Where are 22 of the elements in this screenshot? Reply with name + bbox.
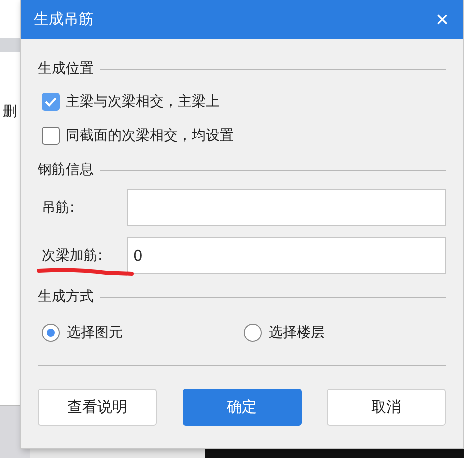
close-button[interactable]: × <box>432 8 453 30</box>
radio-option[interactable]: 选择楼层 <box>244 324 446 342</box>
section-title: 钢筋信息 <box>38 161 94 179</box>
input-field[interactable] <box>127 189 446 226</box>
checkbox[interactable] <box>42 93 60 111</box>
section-title: 生成方式 <box>38 288 94 306</box>
check-icon <box>45 97 57 107</box>
window-title: 生成吊筋 <box>34 10 94 29</box>
dialog-button[interactable]: 取消 <box>327 389 446 426</box>
radio-button[interactable] <box>244 324 262 342</box>
toolbar-text: 删 <box>3 103 17 121</box>
dialog-button[interactable]: 查看说明 <box>38 389 157 426</box>
radio-button[interactable] <box>42 324 60 342</box>
checkbox[interactable] <box>42 127 60 145</box>
field-label: 次梁加筋: <box>42 246 103 264</box>
radio-option[interactable]: 选择图元 <box>42 324 244 342</box>
checkbox-option[interactable]: 同截面的次梁相交，均设置 <box>42 122 446 150</box>
field-label: 吊筋: <box>42 198 75 216</box>
input-field[interactable]: 0 <box>127 237 446 274</box>
section-title: 生成位置 <box>38 60 94 78</box>
dialog-button[interactable]: 确定 <box>182 389 302 426</box>
checkbox-option[interactable]: 主梁与次梁相交，主梁上 <box>42 88 446 116</box>
